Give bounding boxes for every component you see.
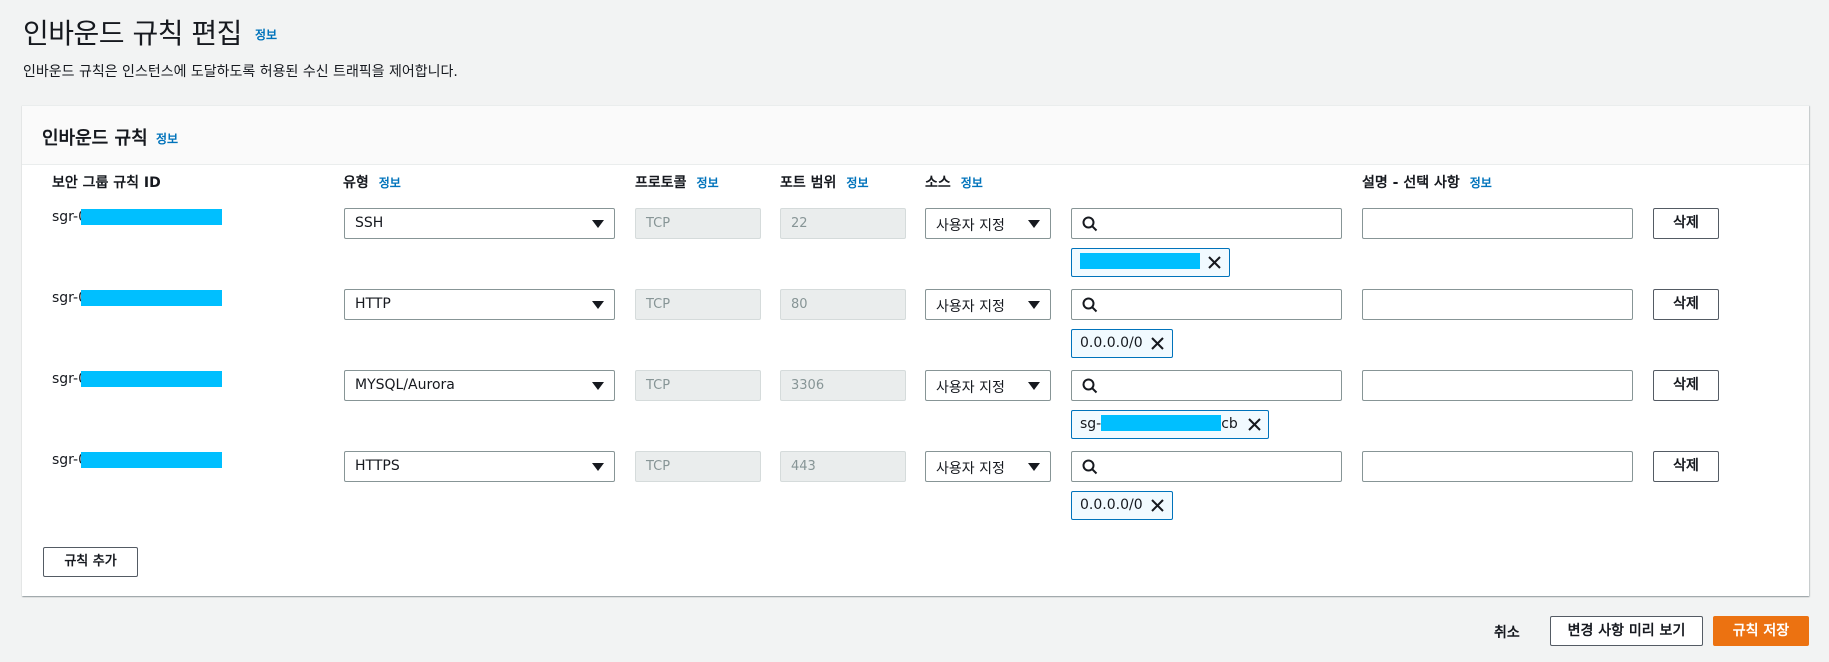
close-icon[interactable] bbox=[1150, 498, 1165, 513]
source-token bbox=[1071, 248, 1230, 277]
rule-id: sgr-0 bbox=[52, 290, 222, 306]
source-type-value: 사용자 지정 bbox=[936, 218, 1005, 234]
type-select-value: MYSQL/Aurora bbox=[355, 377, 455, 393]
column-header-label: 프로토콜 bbox=[635, 175, 687, 191]
redacted-block bbox=[81, 209, 222, 225]
source-token: 0.0.0.0/0 bbox=[1071, 329, 1173, 358]
type-select[interactable]: HTTP bbox=[344, 289, 615, 320]
type-select[interactable]: SSH bbox=[344, 208, 615, 239]
port-range-field: 22 bbox=[780, 208, 906, 239]
port-range-field: 80 bbox=[780, 289, 906, 320]
description-input[interactable] bbox=[1362, 289, 1633, 320]
description-info-link[interactable]: 정보 bbox=[1470, 176, 1492, 190]
type-info-link[interactable]: 정보 bbox=[379, 176, 401, 190]
delete-button[interactable]: 삭제 bbox=[1653, 289, 1719, 320]
source-token-prefix: sg- bbox=[1080, 416, 1102, 432]
add-rule-button[interactable]: 규칙 추가 bbox=[43, 547, 138, 577]
redacted-block bbox=[1080, 253, 1200, 269]
source-type-value: 사용자 지정 bbox=[936, 461, 1005, 477]
column-header-label: 보안 그룹 규칙 ID bbox=[52, 175, 161, 191]
inbound-rules-panel: 인바운드 규칙 정보 보안 그룹 규칙 ID 유형 정보 프로토콜 정보 포트 범위… bbox=[22, 105, 1809, 596]
caret-down-icon bbox=[1028, 382, 1040, 390]
protocol-field: TCP bbox=[635, 208, 761, 239]
source-type-select[interactable]: 사용자 지정 bbox=[925, 208, 1051, 239]
caret-down-icon bbox=[592, 382, 604, 390]
column-header-label: 소스 bbox=[925, 175, 951, 191]
column-header-rule-id: 보안 그룹 규칙 ID bbox=[52, 172, 161, 192]
type-select-value: HTTP bbox=[355, 296, 391, 312]
redacted-block bbox=[81, 290, 222, 306]
page-title: 인바운드 규칙 편집 bbox=[23, 17, 242, 50]
description-input[interactable] bbox=[1362, 208, 1633, 239]
search-icon bbox=[1082, 216, 1098, 232]
panel-info-link[interactable]: 정보 bbox=[156, 130, 178, 147]
source-token: 0.0.0.0/0 bbox=[1071, 491, 1173, 520]
cancel-button[interactable]: 취소 bbox=[1494, 622, 1520, 642]
caret-down-icon bbox=[1028, 463, 1040, 471]
caret-down-icon bbox=[592, 220, 604, 228]
column-header-protocol: 프로토콜 정보 bbox=[635, 172, 719, 192]
port-range-field: 3306 bbox=[780, 370, 906, 401]
column-header-description: 설명 - 선택 사항 정보 bbox=[1362, 172, 1492, 192]
description-input[interactable] bbox=[1362, 451, 1633, 482]
column-header-label: 포트 범위 bbox=[780, 175, 837, 191]
caret-down-icon bbox=[1028, 301, 1040, 309]
source-type-select[interactable]: 사용자 지정 bbox=[925, 451, 1051, 482]
caret-down-icon bbox=[592, 301, 604, 309]
search-icon bbox=[1082, 459, 1098, 475]
protocol-info-link[interactable]: 정보 bbox=[697, 176, 719, 190]
caret-down-icon bbox=[1028, 220, 1040, 228]
source-type-select[interactable]: 사용자 지정 bbox=[925, 289, 1051, 320]
type-select-value: SSH bbox=[355, 215, 384, 231]
preview-changes-button[interactable]: 변경 사항 미리 보기 bbox=[1550, 616, 1703, 646]
description-input[interactable] bbox=[1362, 370, 1633, 401]
source-type-value: 사용자 지정 bbox=[936, 380, 1005, 396]
source-search-input[interactable] bbox=[1071, 370, 1342, 401]
panel-header: 인바운드 규칙 정보 bbox=[22, 106, 1809, 165]
source-token-label: 0.0.0.0/0 bbox=[1080, 335, 1143, 351]
source-type-select[interactable]: 사용자 지정 bbox=[925, 370, 1051, 401]
type-select[interactable]: HTTPS bbox=[344, 451, 615, 482]
port-range-info-link[interactable]: 정보 bbox=[846, 176, 868, 190]
delete-button[interactable]: 삭제 bbox=[1653, 451, 1719, 482]
caret-down-icon bbox=[592, 463, 604, 471]
column-header-source: 소스 정보 bbox=[925, 172, 983, 192]
source-info-link[interactable]: 정보 bbox=[961, 176, 983, 190]
column-header-port-range: 포트 범위 정보 bbox=[780, 172, 869, 192]
delete-button[interactable]: 삭제 bbox=[1653, 208, 1719, 239]
close-icon[interactable] bbox=[1207, 255, 1222, 270]
source-token: sg-cb bbox=[1071, 410, 1269, 439]
search-icon bbox=[1082, 378, 1098, 394]
page-header: 인바운드 규칙 편집 정보 bbox=[23, 12, 277, 52]
panel-title: 인바운드 규칙 bbox=[42, 128, 148, 149]
column-header-label: 유형 bbox=[343, 175, 369, 191]
rule-id: sgr-0 bbox=[52, 209, 222, 225]
type-select-value: HTTPS bbox=[355, 458, 400, 474]
source-token-suffix: cb bbox=[1221, 416, 1238, 432]
source-search-input[interactable] bbox=[1071, 451, 1342, 482]
close-icon[interactable] bbox=[1150, 336, 1165, 351]
protocol-field: TCP bbox=[635, 289, 761, 320]
type-select[interactable]: MYSQL/Aurora bbox=[344, 370, 615, 401]
protocol-field: TCP bbox=[635, 451, 761, 482]
redacted-block bbox=[81, 371, 222, 387]
source-token-label: 0.0.0.0/0 bbox=[1080, 497, 1143, 513]
delete-button[interactable]: 삭제 bbox=[1653, 370, 1719, 401]
redacted-block bbox=[81, 452, 222, 468]
column-header-type: 유형 정보 bbox=[343, 172, 401, 192]
page-title-info-link[interactable]: 정보 bbox=[255, 26, 277, 43]
source-search-input[interactable] bbox=[1071, 208, 1342, 239]
page-description: 인바운드 규칙은 인스턴스에 도달하도록 허용된 수신 트래픽을 제어합니다. bbox=[23, 64, 458, 80]
search-icon bbox=[1082, 297, 1098, 313]
source-search-input[interactable] bbox=[1071, 289, 1342, 320]
protocol-field: TCP bbox=[635, 370, 761, 401]
column-header-label: 설명 - 선택 사항 bbox=[1362, 175, 1460, 191]
redacted-block bbox=[1101, 415, 1222, 431]
source-type-value: 사용자 지정 bbox=[936, 299, 1005, 315]
rule-id: sgr-0 bbox=[52, 452, 222, 468]
port-range-field: 443 bbox=[780, 451, 906, 482]
rule-id: sgr-0 bbox=[52, 371, 222, 387]
save-rules-button[interactable]: 규칙 저장 bbox=[1713, 616, 1809, 646]
close-icon[interactable] bbox=[1247, 417, 1262, 432]
